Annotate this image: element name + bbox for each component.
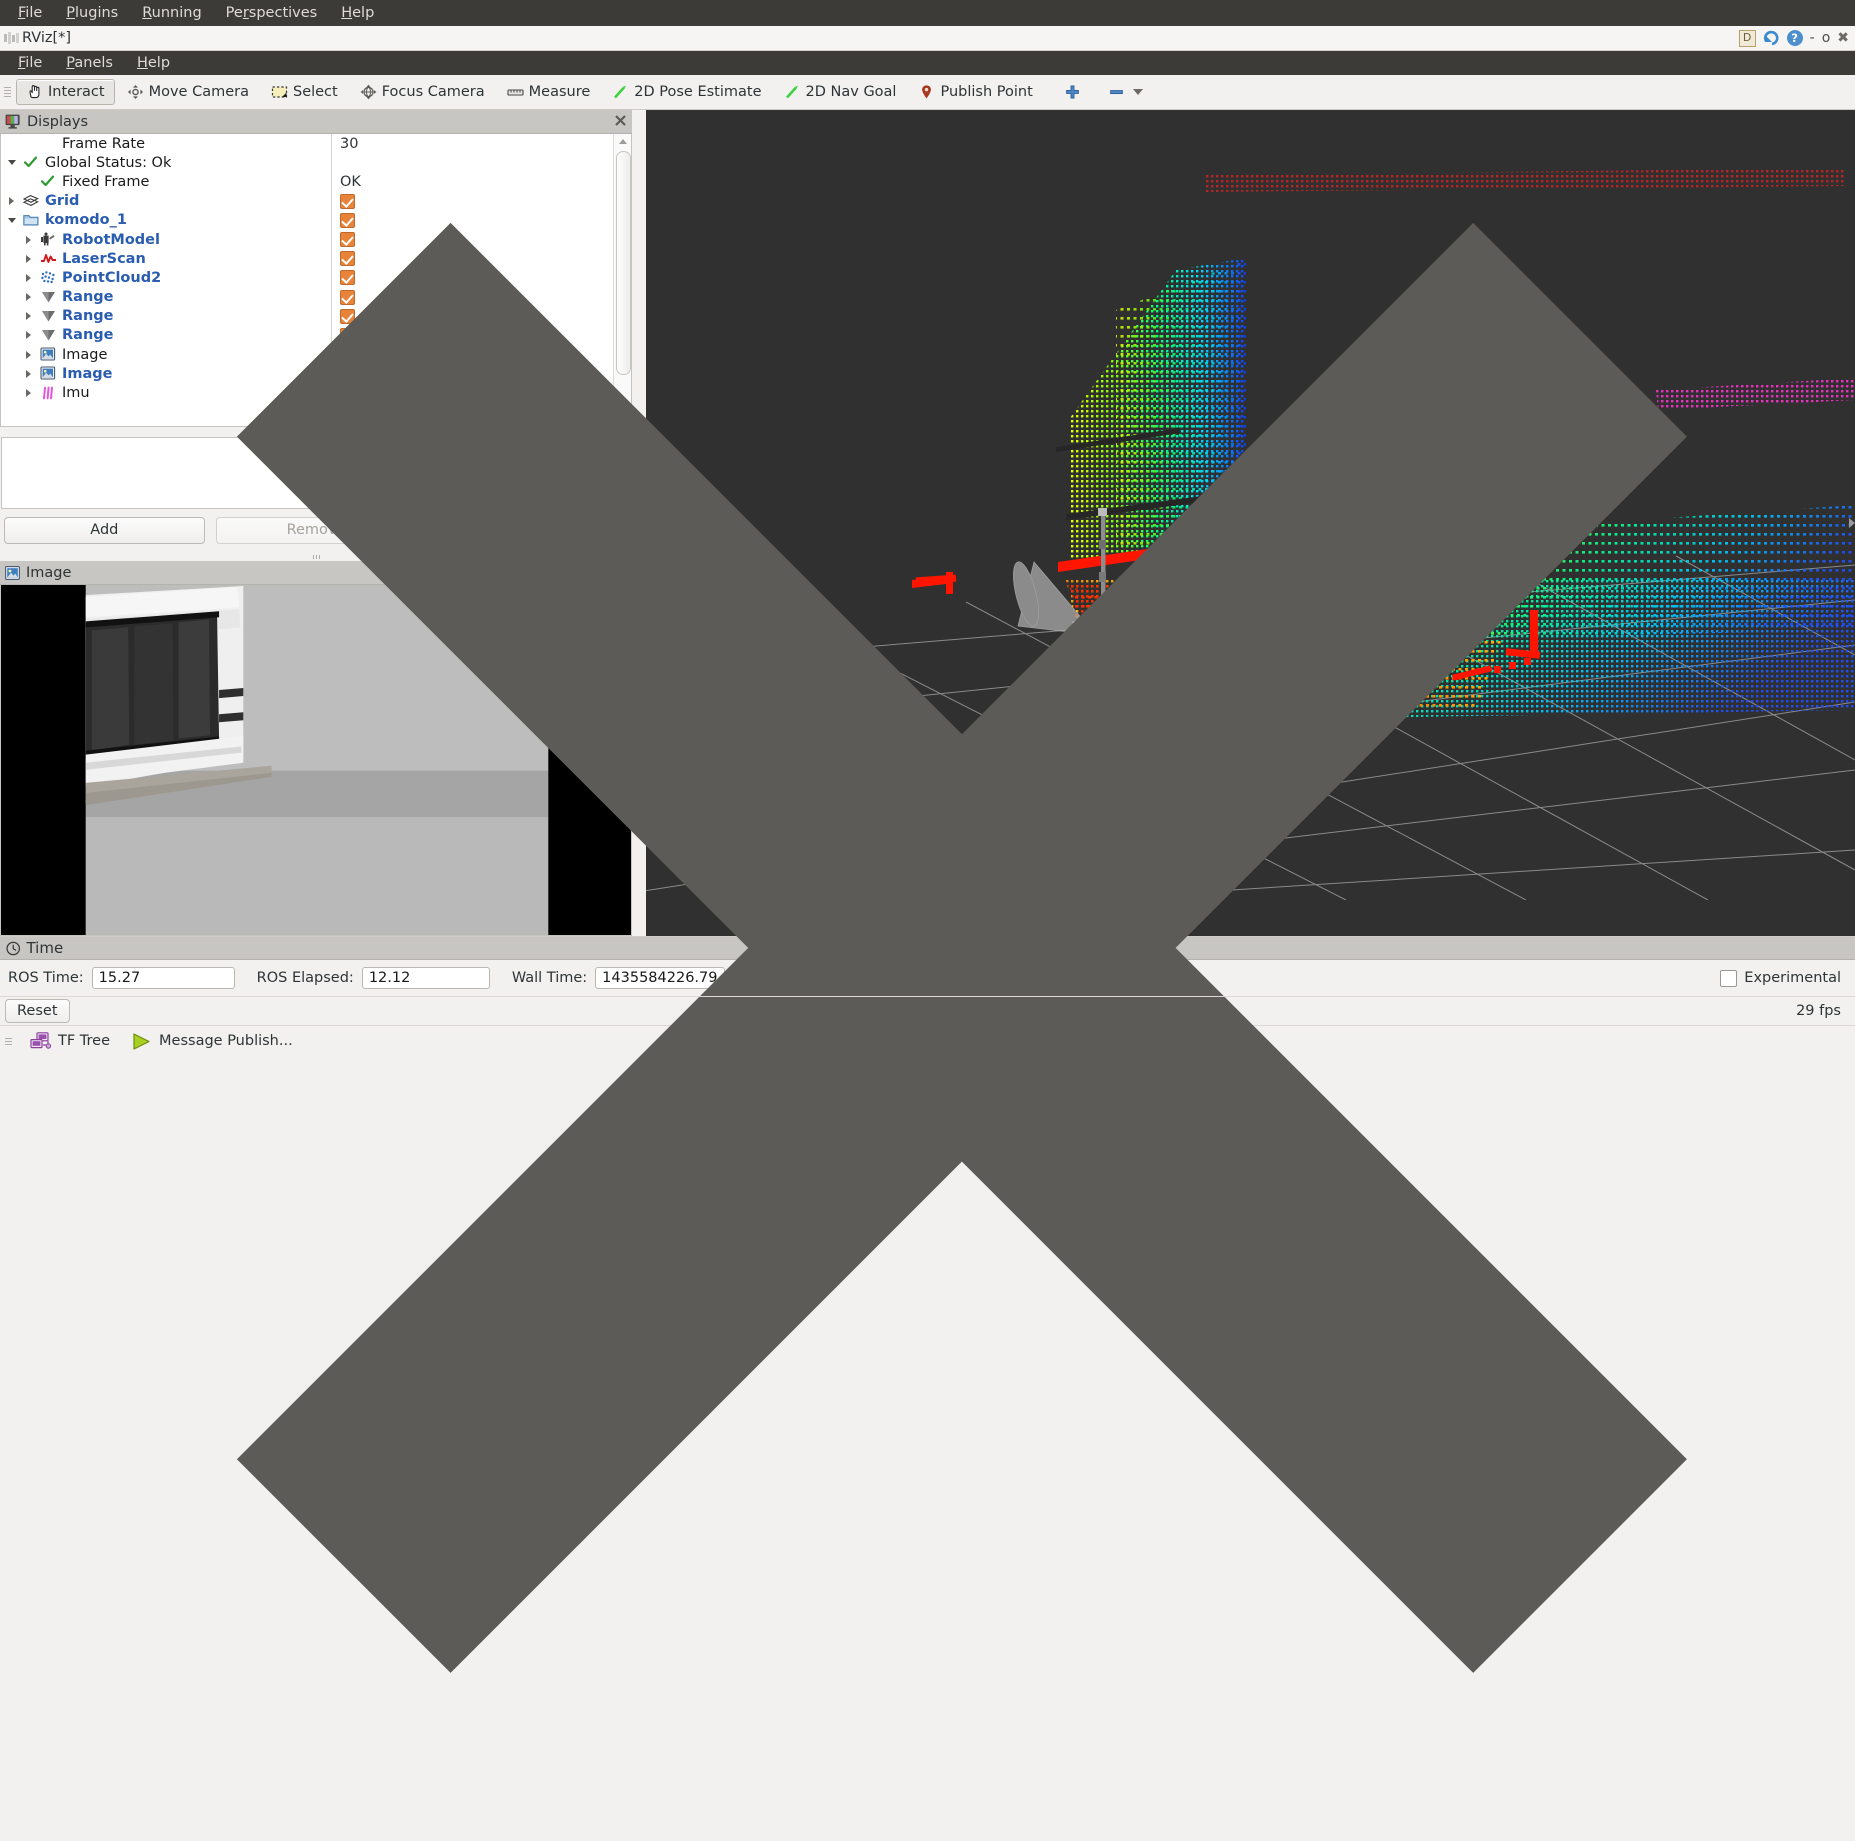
- dock-button[interactable]: D: [1739, 30, 1756, 47]
- global-menu-help[interactable]: Help: [329, 3, 386, 23]
- global-menu-plugins[interactable]: Plugins: [54, 3, 130, 23]
- row-expander[interactable]: [5, 197, 18, 205]
- row-expander[interactable]: [22, 236, 35, 244]
- row-expander[interactable]: [22, 293, 35, 301]
- restore-icon[interactable]: [1763, 30, 1780, 46]
- time-panel-title: Time: [26, 939, 63, 957]
- reset-button[interactable]: Reset: [5, 999, 70, 1023]
- chevron-right-icon[interactable]: [26, 389, 31, 397]
- row-icon-none: [40, 136, 57, 151]
- time-panel: Time ROS Time: 15.27 ROS Elapsed: 12.12 …: [0, 936, 1855, 1056]
- row-expander[interactable]: [22, 370, 35, 378]
- displays-monitor-icon: [5, 114, 21, 129]
- image-panel-title: Image: [26, 565, 71, 581]
- row-expander[interactable]: [5, 218, 18, 223]
- global-menu-bar: File Plugins Running Perspectives Help: [0, 0, 1855, 26]
- menu-file[interactable]: File: [6, 53, 54, 73]
- window-title: RViz[*]: [22, 30, 71, 46]
- chevron-right-icon[interactable]: [9, 197, 14, 205]
- row-expander[interactable]: [22, 312, 35, 320]
- row-expander[interactable]: [22, 331, 35, 339]
- global-menu-perspectives[interactable]: Perspectives: [214, 3, 330, 23]
- fps-counter: 29 fps: [1796, 1003, 1841, 1019]
- tf-tree-icon: [30, 1032, 51, 1051]
- folder-icon: [23, 213, 40, 228]
- global-menu-running[interactable]: Running: [130, 3, 213, 23]
- close-button[interactable]: ✖: [1837, 31, 1849, 45]
- hand-cursor-icon: [26, 84, 43, 100]
- chevron-right-icon[interactable]: [26, 274, 31, 282]
- chevron-right-icon[interactable]: [26, 255, 31, 263]
- row-expander[interactable]: [5, 160, 18, 165]
- range-cone-icon: [40, 328, 57, 343]
- window-buttons: D ? - o ✖: [1739, 26, 1849, 50]
- pointcloud-icon: [40, 270, 57, 285]
- global-menu-file[interactable]: File: [6, 3, 54, 23]
- chevron-down-icon[interactable]: [8, 218, 16, 223]
- maximize-button[interactable]: o: [1822, 31, 1831, 45]
- row-expander[interactable]: [22, 351, 35, 359]
- laserscan-icon: [40, 251, 57, 266]
- toolbar-grip[interactable]: [4, 82, 11, 102]
- chevron-right-icon[interactable]: [26, 236, 31, 244]
- image-icon: [5, 566, 20, 580]
- chevron-down-icon[interactable]: [8, 160, 16, 165]
- row-expander[interactable]: [22, 255, 35, 263]
- robot-model-icon: [40, 232, 57, 247]
- range-cone-icon: [40, 290, 57, 305]
- rviz-app-icon: [4, 32, 20, 44]
- minimize-button[interactable]: -: [1810, 31, 1815, 45]
- close-icon[interactable]: [69, 55, 1855, 1841]
- chevron-right-icon[interactable]: [26, 331, 31, 339]
- chevron-right-icon[interactable]: [26, 370, 31, 378]
- clock-icon: [6, 941, 20, 956]
- help-button[interactable]: ?: [1787, 30, 1803, 46]
- imu-icon: [40, 386, 57, 401]
- check-green-icon: [40, 174, 57, 189]
- chevron-right-icon[interactable]: [26, 312, 31, 320]
- status-bar-grip[interactable]: [5, 1031, 12, 1051]
- chevron-right-icon[interactable]: [26, 293, 31, 301]
- image-icon: [40, 366, 57, 381]
- image-icon: [40, 347, 57, 362]
- grid-icon: [23, 194, 40, 209]
- row-expander[interactable]: [22, 274, 35, 282]
- chevron-right-icon[interactable]: [26, 351, 31, 359]
- check-green-icon: [23, 155, 40, 170]
- range-cone-icon: [40, 309, 57, 324]
- reset-row: Reset 29 fps: [0, 996, 1855, 1025]
- time-panel-title-bar: Time: [0, 937, 1855, 960]
- rviz-window: File Plugins Running Perspectives Help R…: [0, 0, 1855, 1056]
- row-expander[interactable]: [22, 389, 35, 397]
- window-title-bar: RViz[*] D ? - o ✖: [0, 26, 1855, 51]
